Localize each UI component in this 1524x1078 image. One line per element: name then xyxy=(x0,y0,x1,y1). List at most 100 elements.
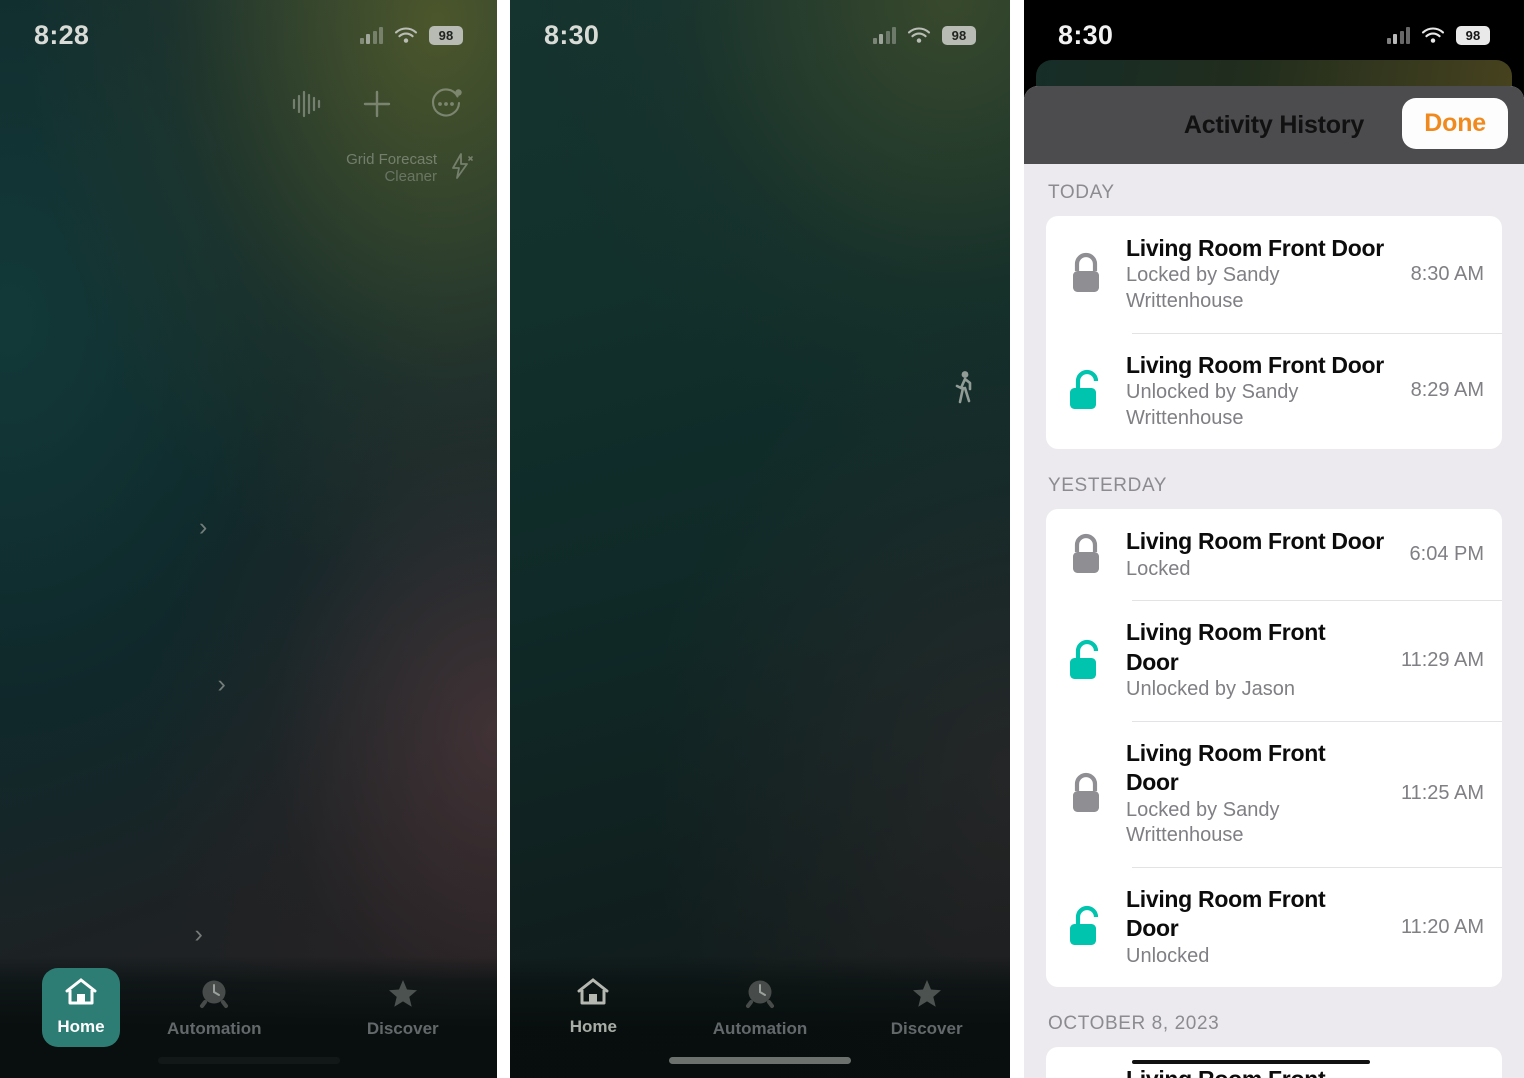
group-label-today: TODAY xyxy=(1048,182,1115,203)
activity-name: Living Room Front Door xyxy=(1126,235,1384,261)
home-indicator xyxy=(157,1057,340,1064)
activity-name: Living Room Front Door xyxy=(1126,739,1326,796)
activity-time: 6:04 PM xyxy=(1409,543,1484,566)
activity-name: Living Room Front Door xyxy=(1126,351,1384,378)
activity-detail: Locked xyxy=(1126,557,1191,580)
grid-forecast-bolt-icon xyxy=(445,151,475,186)
activity-row[interactable]: Living Room Front Door Unlocked 11:20 AM xyxy=(1046,866,1502,987)
activity-list[interactable]: TODAY Living Room Front Door Locked by S… xyxy=(1024,164,1524,1078)
home-indicator xyxy=(669,1057,851,1064)
tab-home[interactable]: Home xyxy=(510,968,677,1047)
more-options-icon[interactable] xyxy=(429,87,463,126)
panel-activity-history: 8:30 98 Activity History Done TODAY Livi… xyxy=(1024,0,1524,1078)
activity-name: Living Room Front Door xyxy=(1126,1065,1380,1078)
activity-name: Living Room Front Door xyxy=(1126,885,1326,942)
activity-row[interactable]: Living Room Front Door Locked by Sandy W… xyxy=(1046,720,1502,867)
tab-discover-label: Discover xyxy=(890,1019,963,1038)
security-wallpaper xyxy=(510,0,1010,1078)
lock-icon xyxy=(1064,251,1108,297)
activity-row[interactable]: Living Room Front Door Locked 6:04 PM xyxy=(1046,509,1502,600)
tab-automation[interactable]: Automation xyxy=(677,968,844,1049)
activity-detail: Unlocked by Sandy Writtenhouse xyxy=(1126,381,1299,429)
house-icon xyxy=(576,977,610,1012)
status-icons: 98 xyxy=(872,25,976,45)
status-clock: 8:28 xyxy=(34,19,90,50)
tab-discover[interactable]: Discover xyxy=(309,968,498,1049)
activity-row[interactable]: Living Room Front Door Locked by Sandy W… xyxy=(1046,216,1502,333)
chevron-right-icon: › xyxy=(198,513,208,542)
add-icon[interactable] xyxy=(361,88,393,125)
chevron-right-icon: › xyxy=(217,670,226,699)
battery-indicator: 98 xyxy=(429,25,463,45)
sheet-header: Activity History Done xyxy=(1024,86,1524,164)
group-label-october-8-2023: OCTOBER 8, 2023 xyxy=(1048,1013,1220,1035)
activity-row[interactable]: Living Room Front Door Unlocked by Jason… xyxy=(1046,600,1502,720)
tab-automation[interactable]: Automation xyxy=(120,968,309,1049)
panel-home: 8:28 98 Grid Forecast Cleaner › › › Home… xyxy=(0,0,497,1078)
activity-detail: Unlocked xyxy=(1126,944,1210,967)
activity-time: 11:25 AM xyxy=(1400,782,1484,805)
status-clock: 8:30 xyxy=(1058,19,1114,50)
tab-home-label: Home xyxy=(569,1017,617,1036)
activity-history-sheet: Activity History Done TODAY Living Room … xyxy=(1024,86,1524,1078)
battery-indicator: 98 xyxy=(942,25,976,45)
panel-gap-2 xyxy=(1010,0,1024,1078)
chevron-right-icon: › xyxy=(194,920,203,949)
status-icons: 98 xyxy=(359,25,463,45)
group-today: Living Room Front Door Locked by Sandy W… xyxy=(1046,216,1502,450)
unlock-icon xyxy=(1064,638,1108,684)
grid-forecast-label: Grid Forecast xyxy=(346,150,437,168)
sheet-title: Activity History xyxy=(1183,110,1365,139)
status-bar: 8:30 98 xyxy=(1024,0,1524,70)
activity-name: Living Room Front Door xyxy=(1126,619,1326,675)
activity-row[interactable]: Living Room Front Door Unlocked by Sandy… xyxy=(1046,332,1502,450)
lock-icon xyxy=(1064,532,1108,578)
three-panel-screenshot: 8:28 98 Grid Forecast Cleaner › › › Home… xyxy=(0,0,1524,1078)
activity-name: Living Room Front Door xyxy=(1126,528,1384,555)
group-label-yesterday: YESTERDAY xyxy=(1048,475,1168,497)
tab-discover-label: Discover xyxy=(366,1019,439,1038)
grid-forecast[interactable]: Grid Forecast Cleaner xyxy=(346,151,475,190)
status-bar: 8:28 98 xyxy=(0,0,497,70)
activity-detail: Unlocked by Jason xyxy=(1126,678,1295,701)
activity-detail: Locked by Sandy Writtenhouse xyxy=(1126,798,1280,847)
cellular-signal-icon xyxy=(872,26,896,44)
activity-time: 11:29 AM xyxy=(1400,649,1484,672)
star-icon xyxy=(910,977,944,1014)
cellular-signal-icon xyxy=(359,26,383,44)
activity-time: 8:29 AM xyxy=(1410,379,1484,402)
house-icon xyxy=(64,977,98,1012)
clock-icon xyxy=(743,977,777,1014)
grid-forecast-value: Cleaner xyxy=(384,168,437,186)
tab-discover[interactable]: Discover xyxy=(843,968,1010,1049)
wifi-icon xyxy=(1421,26,1445,44)
wifi-icon xyxy=(394,26,418,44)
status-bar: 8:30 98 xyxy=(510,0,1010,70)
group-yesterday: Living Room Front Door Locked 6:04 PM Li… xyxy=(1046,509,1502,988)
panel-security: 8:30 98 Security Lights xyxy=(510,0,1010,1078)
wifi-icon xyxy=(907,26,931,44)
cellular-signal-icon xyxy=(1386,26,1410,44)
walking-person-icon xyxy=(952,370,976,409)
tab-automation-label: Automation xyxy=(712,1019,808,1038)
panel-gap-1 xyxy=(497,0,510,1078)
activity-time: 11:20 AM xyxy=(1400,915,1484,938)
star-icon xyxy=(386,977,420,1014)
unlock-icon xyxy=(1064,904,1108,950)
annotation-underline xyxy=(1132,1060,1370,1064)
tab-automation-label: Automation xyxy=(167,1019,262,1038)
activity-detail: Locked by Sandy Writtenhouse xyxy=(1126,264,1280,313)
status-icons: 98 xyxy=(1386,25,1490,45)
done-button[interactable]: Done xyxy=(1402,98,1508,149)
lock-icon xyxy=(1064,771,1108,817)
tab-bar: Home Automation Discover xyxy=(0,956,497,1078)
tab-home-label: Home xyxy=(57,1017,105,1036)
status-clock: 8:30 xyxy=(544,19,600,50)
activity-time: 8:30 AM xyxy=(1410,262,1484,285)
battery-indicator: 98 xyxy=(1456,25,1490,45)
clock-icon xyxy=(197,977,231,1014)
tab-bar: Home Automation Discover xyxy=(510,956,1010,1078)
tab-home[interactable]: Home xyxy=(42,968,120,1047)
unlock-icon xyxy=(1064,368,1108,414)
audio-waveform-icon[interactable] xyxy=(291,89,325,124)
